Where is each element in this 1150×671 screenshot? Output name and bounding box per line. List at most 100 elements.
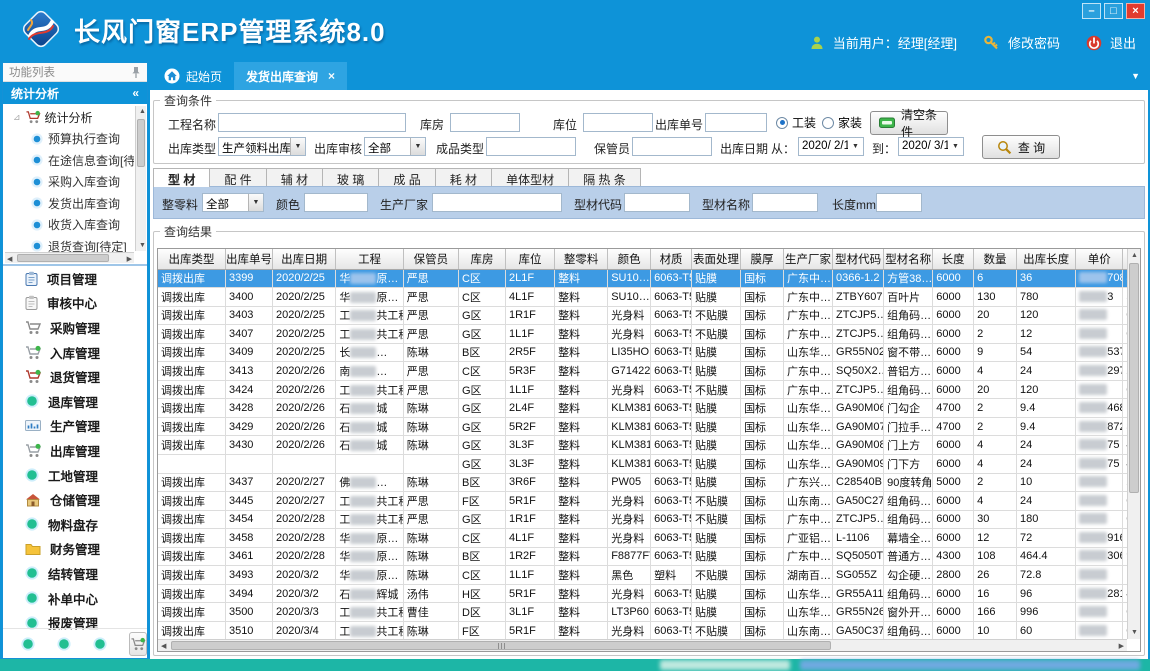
- table-row[interactable]: 调拨出库34612020/2/28华原…陈琳B区1R2F整料F8877FT606…: [158, 547, 1127, 566]
- table-row[interactable]: 调拨出库33992020/2/25华原…严思C区2L1F整料SU10…6063-…: [158, 269, 1127, 288]
- table-row[interactable]: 调拨出库34072020/2/25工共工程严思G区1L1F整料光身料6063-T…: [158, 325, 1127, 344]
- sidebar-menu-item[interactable]: 退货管理: [3, 364, 147, 389]
- table-row[interactable]: 调拨出库34932020/3/2华原…陈琳C区1L1F整料黑色塑料不贴膜国标湖南…: [158, 566, 1127, 585]
- material-tab[interactable]: 配 件: [209, 168, 266, 187]
- color-input[interactable]: [304, 193, 368, 212]
- table-row[interactable]: 调拨出库34092020/2/25长…陈琳B区2R5F整料LI35HO6063-…: [158, 343, 1127, 362]
- tree-item[interactable]: 退货查询[待定]: [5, 236, 134, 253]
- grid-vertical-scrollbar[interactable]: ▲ ▼: [1127, 249, 1140, 639]
- tab-shipment-query[interactable]: 发货出库查询 ×: [234, 62, 347, 90]
- table-row[interactable]: 调拨出库34242020/2/26工共工程严思G区1L1F整料光身料6063-T…: [158, 380, 1127, 399]
- column-header[interactable]: 整零料: [555, 249, 608, 269]
- date-to-picker[interactable]: 2020/ 3/16 ▼: [898, 137, 964, 156]
- tree-expand-icon[interactable]: ⊿: [13, 112, 21, 123]
- column-header[interactable]: 膜厚: [741, 249, 784, 269]
- tree-item[interactable]: 发货出库查询: [5, 193, 134, 215]
- scroll-right-icon[interactable]: ▶: [127, 256, 132, 263]
- date-from-picker[interactable]: 2020/ 2/16 ▼: [798, 137, 864, 156]
- sidebar-section-header[interactable]: 统计分析 «: [3, 82, 147, 104]
- column-header[interactable]: 型材名称: [884, 249, 933, 269]
- collapse-icon[interactable]: «: [132, 86, 139, 100]
- column-header[interactable]: 库房: [458, 249, 505, 269]
- sidebar-menu-item[interactable]: 采购管理: [3, 315, 147, 340]
- table-row[interactable]: 调拨出库34452020/2/27工共工程严思F区5R1F整料光身料6063-T…: [158, 492, 1127, 511]
- column-header[interactable]: 出库长度: [1017, 249, 1076, 269]
- table-row[interactable]: 调拨出库34302020/2/26石城陈琳G区3L3F整料KLM38176063…: [158, 436, 1127, 455]
- table-row[interactable]: 调拨出库34282020/2/26石城陈琳G区2L4F整料KLM38176063…: [158, 399, 1127, 418]
- combo-arrow-icon[interactable]: ▼: [290, 138, 305, 155]
- location-input[interactable]: [583, 113, 653, 132]
- tree-vertical-scrollbar[interactable]: ▲ ▼: [135, 106, 146, 251]
- minimize-button[interactable]: –: [1082, 3, 1101, 19]
- scroll-left-icon[interactable]: ◀: [7, 256, 12, 263]
- table-row[interactable]: 调拨出库34292020/2/26石城陈琳G区5R2F整料KLM38176063…: [158, 417, 1127, 436]
- dot-green-icon[interactable]: [57, 637, 71, 651]
- combo-arrow-icon[interactable]: ▼: [848, 138, 863, 155]
- maker-input[interactable]: [432, 193, 562, 212]
- material-tab[interactable]: 成 品: [378, 168, 435, 187]
- audit-combo[interactable]: 全部 ▼: [364, 137, 426, 156]
- sidebar-menu-item[interactable]: 结转管理: [3, 561, 147, 586]
- material-tab[interactable]: 型 材: [153, 168, 210, 187]
- clear-conditions-button[interactable]: 清空条件: [870, 111, 948, 135]
- column-header[interactable]: 型材代码: [833, 249, 884, 269]
- column-header[interactable]: 出库单号: [225, 249, 272, 269]
- material-tab[interactable]: 辅 材: [266, 168, 323, 187]
- dot-green-icon[interactable]: [93, 637, 107, 651]
- column-header[interactable]: 数量: [974, 249, 1017, 269]
- tree-root-node[interactable]: ⊿ 统计分析: [5, 106, 134, 128]
- scroll-left-icon[interactable]: ◀: [161, 643, 166, 650]
- sidebar-menu-item[interactable]: 审核中心: [3, 291, 147, 316]
- table-row[interactable]: 调拨出库34582020/2/28华原…陈琳C区4L1F整料光身料6063-T5…: [158, 529, 1127, 548]
- tree-item[interactable]: 在途信息查询[待: [5, 150, 134, 172]
- column-header[interactable]: 材质: [651, 249, 692, 269]
- project-name-input[interactable]: [218, 113, 406, 132]
- column-header[interactable]: 表面处理: [692, 249, 741, 269]
- material-tab[interactable]: 耗 材: [435, 168, 492, 187]
- column-header[interactable]: 工程: [336, 249, 403, 269]
- radio-jiazhuang[interactable]: 家装: [822, 114, 862, 131]
- change-password-link[interactable]: 修改密码: [1008, 33, 1060, 52]
- column-header[interactable]: 生产厂家: [783, 249, 832, 269]
- profile-code-input[interactable]: [624, 193, 690, 212]
- sidebar-menu-item[interactable]: 补单中心: [3, 586, 147, 611]
- sidebar-menu-item[interactable]: 财务管理: [3, 537, 147, 562]
- column-header[interactable]: 出库日期: [272, 249, 335, 269]
- scroll-right-icon[interactable]: ▶: [1119, 643, 1124, 650]
- table-row[interactable]: 调拨出库35102020/3/4工共工程陈琳F区5R1F整料光身料6063-T5…: [158, 621, 1127, 639]
- column-header[interactable]: 保管员: [403, 249, 458, 269]
- tree-item[interactable]: 收货入库查询: [5, 214, 134, 236]
- length-input[interactable]: [876, 193, 922, 212]
- table-row[interactable]: 调拨出库34002020/2/25华原…严思C区4L1F整料SU10…6063-…: [158, 288, 1127, 307]
- logout-link[interactable]: 退出: [1110, 33, 1136, 52]
- sidebar-menu-item[interactable]: 仓储管理: [3, 487, 147, 512]
- column-header[interactable]: 长度: [933, 249, 974, 269]
- sidebar-menu-item[interactable]: 工地管理: [3, 463, 147, 488]
- tab-list-dropdown-icon[interactable]: ▼: [1131, 71, 1140, 81]
- combo-arrow-icon[interactable]: ▼: [410, 138, 425, 155]
- table-row[interactable]: 调拨出库34032020/2/25工共工程严思G区1R1F整料光身料6063-T…: [158, 306, 1127, 325]
- column-header[interactable]: 库位: [506, 249, 555, 269]
- sidebar-menu-item[interactable]: 退库管理: [3, 389, 147, 414]
- close-window-button[interactable]: ×: [1126, 3, 1145, 19]
- maximize-button[interactable]: □: [1104, 3, 1123, 19]
- search-button[interactable]: 查 询: [982, 135, 1060, 159]
- scroll-down-icon[interactable]: ▼: [139, 242, 146, 249]
- sidebar-menu-item[interactable]: 生产管理: [3, 414, 147, 439]
- table-row[interactable]: 调拨出库34372020/2/27佛…陈琳B区3R6F整料PW056063-T5…: [158, 473, 1127, 492]
- out-type-combo[interactable]: 生产领料出库 ▼: [218, 137, 306, 156]
- table-row[interactable]: 调拨出库34132020/2/26南…严思C区5R3F整料G714226063-…: [158, 362, 1127, 381]
- zhengling-combo[interactable]: 全部 ▼: [202, 193, 264, 212]
- tab-home[interactable]: 起始页: [152, 62, 234, 90]
- material-tab[interactable]: 单体型材: [491, 168, 569, 187]
- sidebar-menu-item[interactable]: 项目管理: [3, 266, 147, 291]
- table-row[interactable]: G区3L3F整料KLM38176063-T5贴膜国标山东华…GA90M09…门下…: [158, 454, 1127, 473]
- sidebar-menu-item[interactable]: 出库管理: [3, 438, 147, 463]
- column-header[interactable]: 出库类型: [158, 249, 225, 269]
- table-row[interactable]: 调拨出库35002020/3/3工共工程曹佳D区3L1F整料LT3P606063…: [158, 603, 1127, 622]
- keeper-input[interactable]: [632, 137, 712, 156]
- combo-arrow-icon[interactable]: ▼: [948, 138, 963, 155]
- scroll-down-icon[interactable]: ▼: [1131, 629, 1138, 636]
- pin-icon[interactable]: [131, 66, 141, 79]
- combo-arrow-icon[interactable]: ▼: [248, 194, 263, 211]
